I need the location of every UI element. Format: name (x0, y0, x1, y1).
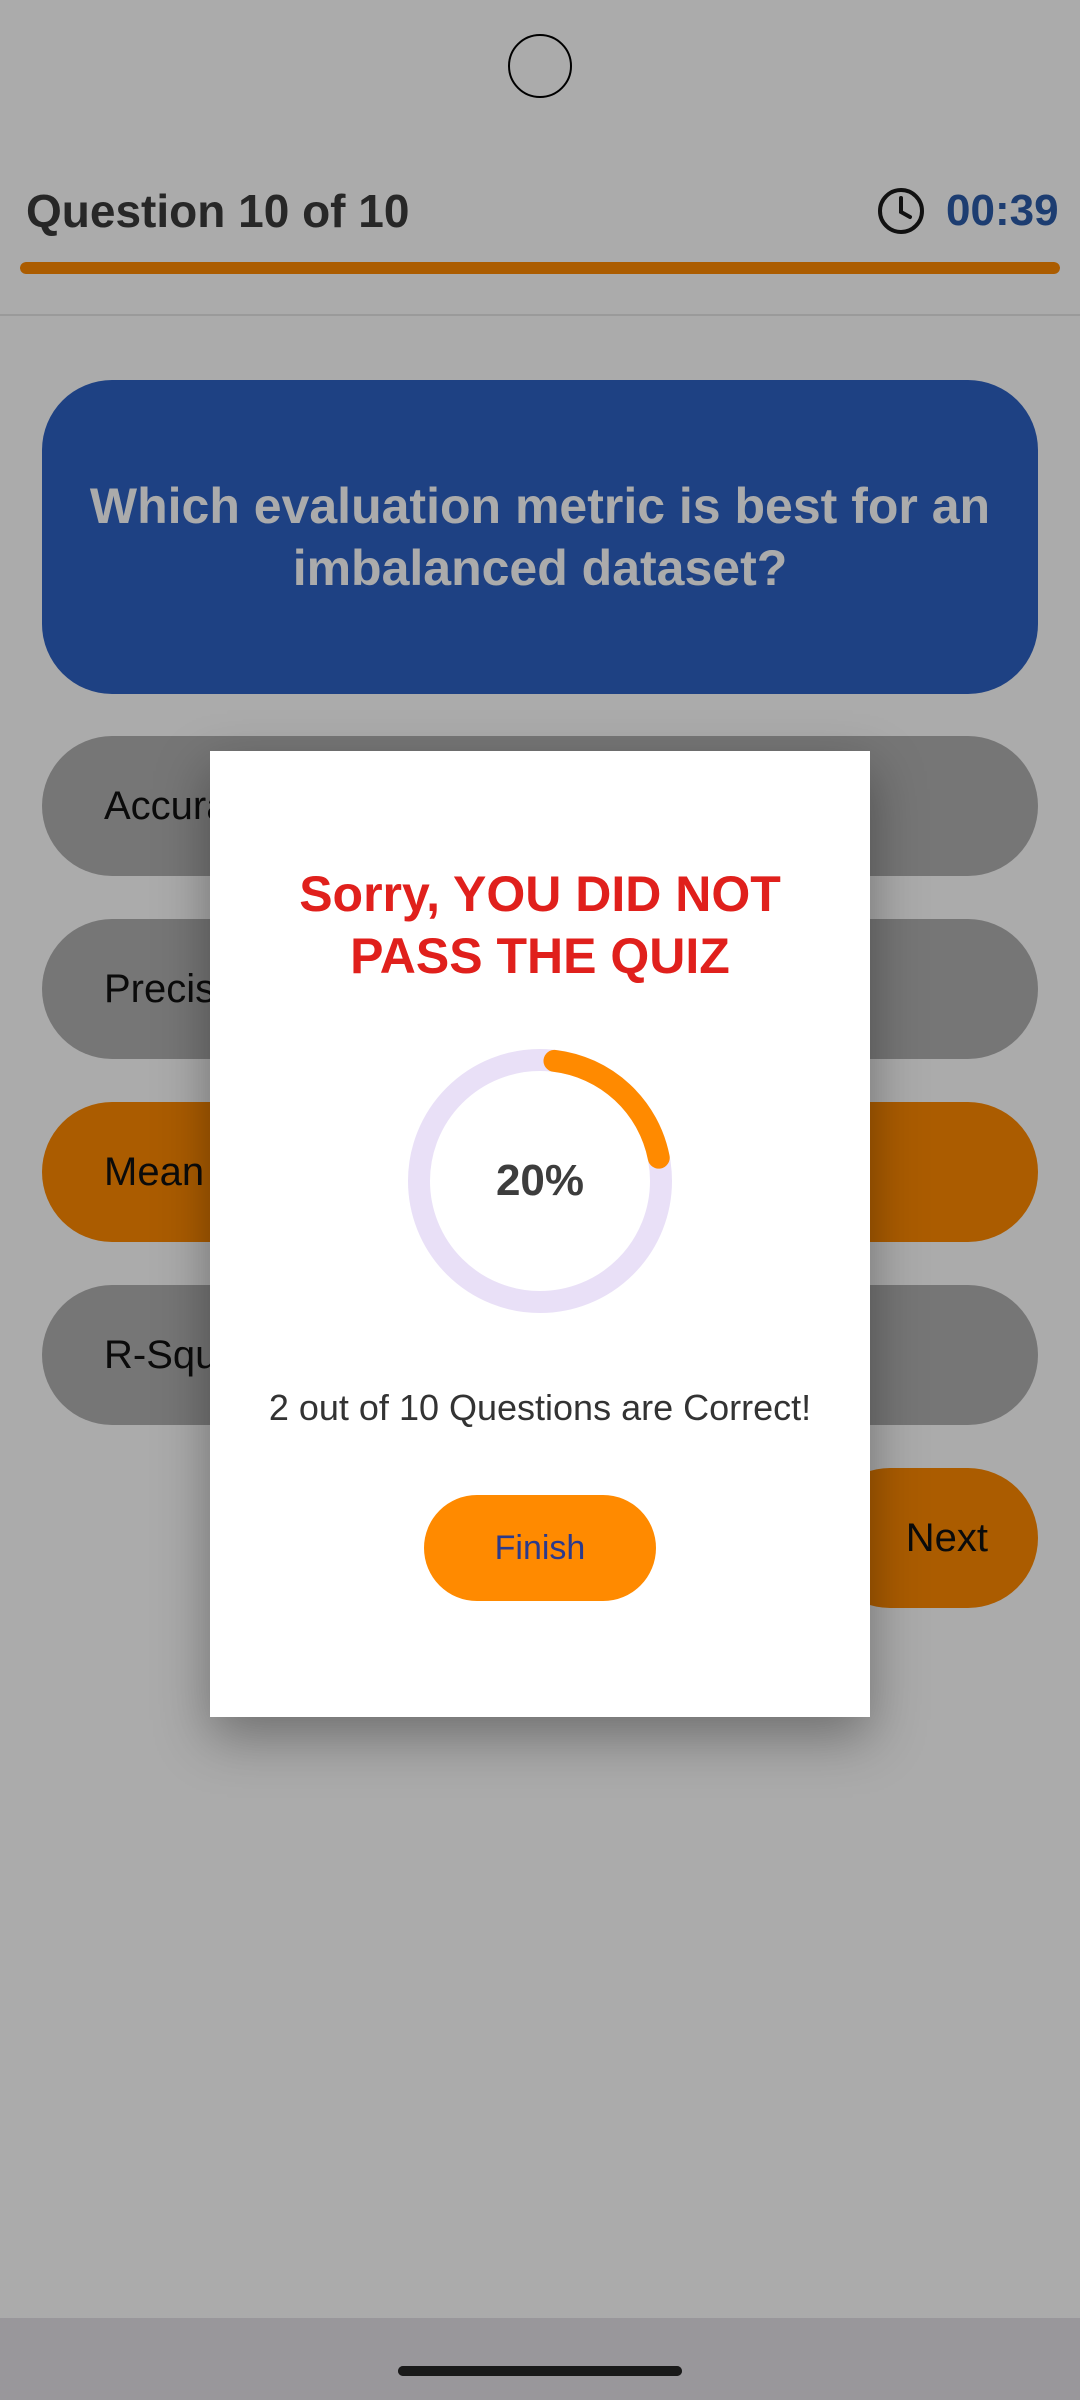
result-summary: 2 out of 10 Questions are Correct! (268, 1387, 812, 1428)
nav-bar-tint (0, 2318, 1080, 2400)
score-percent: 20% (495, 1156, 585, 1205)
quiz-result-dialog: Sorry, YOU DID NOT PASS THE QUIZ 20% 2 o… (210, 751, 870, 1717)
finish-label: Finish (494, 1528, 586, 1567)
dialog-title: Sorry, YOU DID NOT PASS THE QUIZ (250, 863, 830, 987)
home-gesture-handle[interactable] (398, 2366, 682, 2376)
dialog-title-line-2: PASS THE QUIZ (350, 928, 730, 984)
dialog-title-line-1: Sorry, YOU DID NOT (299, 866, 781, 922)
finish-button[interactable]: Finish (424, 1495, 656, 1601)
